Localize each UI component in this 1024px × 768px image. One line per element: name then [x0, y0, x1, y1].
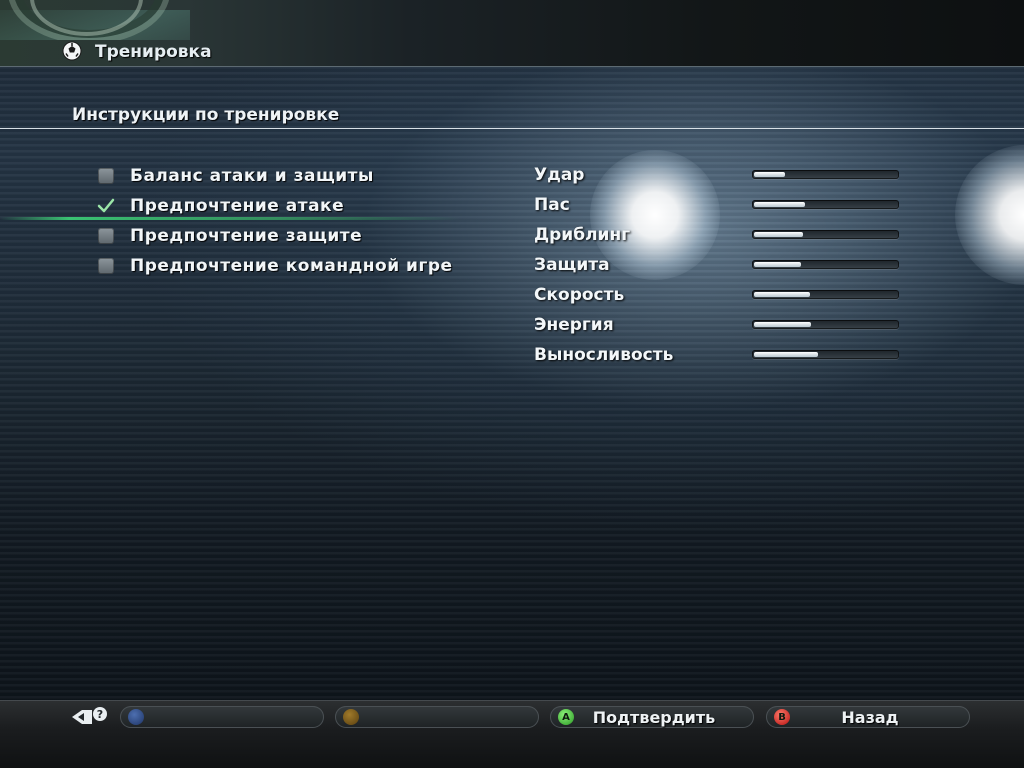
stat-bar-stamina: [752, 350, 899, 359]
background-streaks: [0, 66, 1024, 700]
footer-button-x[interactable]: [120, 706, 324, 728]
page-title: Тренировка: [95, 42, 212, 62]
option-label: Предпочтение командной игре: [130, 256, 453, 276]
option-label: Баланс атаки и защиты: [130, 166, 374, 186]
section-divider: [0, 128, 1024, 129]
stat-label-speed: Скорость: [534, 285, 625, 305]
a-button-icon: A: [558, 709, 574, 725]
stat-fill: [754, 202, 805, 207]
help-icon[interactable]: ?: [70, 706, 110, 728]
stat-label-shot: Удар: [534, 165, 585, 185]
soccer-ball-icon: [62, 41, 82, 61]
option-defense-preference[interactable]: Предпочтение защите: [98, 224, 362, 248]
b-button-icon: B: [774, 709, 790, 725]
confirm-label: Подтвердить: [592, 707, 716, 727]
stat-bar-pass: [752, 200, 899, 209]
header-bar: Тренировка: [0, 0, 1024, 67]
checkbox[interactable]: [98, 228, 114, 244]
footer-button-y[interactable]: [335, 706, 539, 728]
stat-label-stamina: Выносливость: [534, 345, 674, 365]
stat-fill: [754, 352, 818, 357]
confirm-button[interactable]: A Подтвердить: [550, 706, 754, 728]
y-button-icon: [343, 709, 359, 725]
option-attack-preference[interactable]: Предпочтение атаке: [97, 194, 345, 218]
checkbox[interactable]: [98, 168, 114, 184]
stat-bar-dribbling: [752, 230, 899, 239]
option-teamplay-preference[interactable]: Предпочтение командной игре: [98, 254, 453, 278]
stat-bar-defense: [752, 260, 899, 269]
stat-fill: [754, 292, 810, 297]
checkbox[interactable]: [98, 258, 114, 274]
check-mark-icon: [97, 198, 115, 213]
option-label: Предпочтение защите: [130, 226, 363, 246]
stat-fill: [754, 172, 785, 177]
checkbox-checked[interactable]: [97, 198, 115, 214]
light-flare: [955, 145, 1024, 285]
back-button[interactable]: B Назад: [766, 706, 970, 728]
stat-fill: [754, 262, 801, 267]
stat-label-defense: Защита: [534, 255, 610, 275]
stat-bar-speed: [752, 290, 899, 299]
option-balance[interactable]: Баланс атаки и защиты: [98, 164, 374, 188]
x-button-icon: [128, 709, 144, 725]
option-label: Предпочтение атаке: [130, 196, 345, 216]
section-title: Инструкции по тренировке: [72, 105, 340, 125]
stat-bar-shot: [752, 170, 899, 179]
stat-bar-energy: [752, 320, 899, 329]
stat-fill: [754, 322, 811, 327]
svg-text:?: ?: [97, 708, 103, 721]
stat-label-pass: Пас: [534, 195, 570, 215]
training-screen: Тренировка Инструкции по тренировке Бала…: [0, 0, 1024, 768]
stat-label-dribbling: Дриблинг: [534, 225, 631, 245]
back-label: Назад: [841, 707, 899, 727]
stat-fill: [754, 232, 803, 237]
stat-label-energy: Энергия: [534, 315, 614, 335]
pes-logo: [0, 0, 190, 40]
